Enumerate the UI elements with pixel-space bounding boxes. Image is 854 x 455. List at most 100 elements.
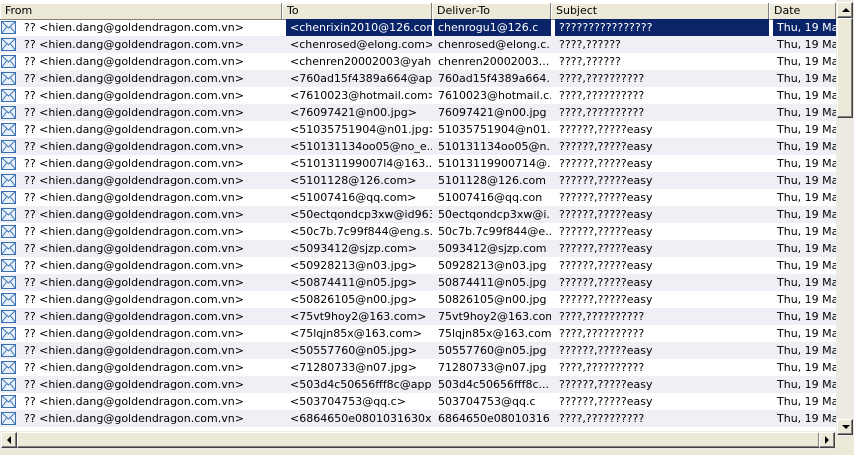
vertical-scroll-thumb[interactable]: [837, 18, 853, 118]
message-row[interactable]: ?? <hien.dang@goldendragon.com.vn> <50928…: [0, 257, 836, 274]
cell-deliver-to: chenrosed@elong.c...: [438, 38, 551, 51]
cell-date: Thu, 19 Mar: [777, 140, 836, 153]
cell-to: <50874411@n05.jpg>: [290, 276, 417, 289]
cell-deliver-to: 75lqjn85x@163.com: [438, 327, 551, 340]
message-row[interactable]: ?? <hien.dang@goldendragon.com.vn> <503d4…: [0, 376, 836, 393]
cell-deliver-to: 503704753@qq.c: [438, 395, 536, 408]
cell-subject: ??????,?????easy: [559, 191, 653, 204]
message-row[interactable]: ?? <hien.dang@goldendragon.com.vn> <50874…: [0, 274, 836, 291]
column-header-date[interactable]: Date: [769, 3, 836, 20]
message-row[interactable]: ?? <hien.dang@goldendragon.com.vn> <51013…: [0, 138, 836, 155]
cell-subject: ??????,?????easy: [559, 293, 653, 306]
cell-date: Thu, 19 Mar: [777, 361, 836, 374]
cell-to: <chenrixin2010@126.com...: [286, 19, 432, 36]
cell-to: <503d4c50656fff8c@app...: [290, 378, 432, 391]
scroll-down-button[interactable]: [837, 419, 853, 435]
envelope-icon: [1, 344, 16, 357]
envelope-icon: [1, 208, 16, 221]
cell-deliver-to: 51035751904@n01...: [438, 123, 551, 136]
message-row[interactable]: ?? <hien.dang@goldendragon.com.vn> <chenr…: [0, 19, 836, 36]
column-header-subject[interactable]: Subject: [551, 3, 769, 20]
column-header-to[interactable]: To: [282, 3, 432, 20]
cell-date: Thu, 19 Mar: [777, 242, 836, 255]
cell-deliver-to: chenrogu1@126.c: [434, 19, 551, 36]
envelope-icon: [1, 55, 16, 68]
column-header-deliver-to[interactable]: Deliver-To: [432, 3, 551, 20]
scroll-up-button[interactable]: [837, 2, 853, 18]
message-row[interactable]: ?? <hien.dang@goldendragon.com.vn> <51013…: [0, 155, 836, 172]
cell-date: Thu, 19 Mar: [777, 412, 836, 425]
message-row[interactable]: ?? <hien.dang@goldendragon.com.vn> <71280…: [0, 359, 836, 376]
message-row[interactable]: ?? <hien.dang@goldendragon.com.vn> <760ad…: [0, 70, 836, 87]
cell-from: ?? <hien.dang@goldendragon.com.vn>: [24, 106, 244, 119]
cell-deliver-to: 503d4c50656fff8c...: [438, 378, 550, 391]
cell-from: ?? <hien.dang@goldendragon.com.vn>: [24, 344, 244, 357]
message-row[interactable]: ?? <hien.dang@goldendragon.com.vn> <68646…: [0, 410, 836, 427]
envelope-icon: [1, 191, 16, 204]
message-row[interactable]: ?? <hien.dang@goldendragon.com.vn> <chenr…: [0, 36, 836, 53]
envelope-icon: [1, 276, 16, 289]
cell-subject: ??????,?????easy: [559, 123, 653, 136]
cell-deliver-to: 50c7b.7c99f844@e...: [438, 225, 551, 238]
cell-from: ?? <hien.dang@goldendragon.com.vn>: [24, 412, 244, 425]
arrow-right-icon: [825, 436, 829, 444]
arrow-left-icon: [7, 436, 11, 444]
envelope-icon: [1, 242, 16, 255]
cell-deliver-to: 50874411@n05.jpg: [438, 276, 547, 289]
column-header-from[interactable]: From: [0, 3, 282, 20]
cell-date: Thu, 19 Mar: [773, 19, 836, 36]
envelope-icon: [1, 89, 16, 102]
cell-subject: ????,??????????: [559, 361, 645, 374]
cell-deliver-to: 760ad15f4389a664...: [438, 72, 551, 85]
scroll-left-button[interactable]: [1, 432, 17, 448]
message-row[interactable]: ?? <hien.dang@goldendragon.com.vn> <51035…: [0, 121, 836, 138]
message-row[interactable]: ?? <hien.dang@goldendragon.com.vn> <51011…: [0, 172, 836, 189]
cell-subject: ??????,?????easy: [559, 344, 653, 357]
message-row[interactable]: ?? <hien.dang@goldendragon.com.vn> <50370…: [0, 393, 836, 410]
cell-from: ?? <hien.dang@goldendragon.com.vn>: [24, 242, 244, 255]
message-row[interactable]: ?? <hien.dang@goldendragon.com.vn> <50934…: [0, 240, 836, 257]
cell-to: <50928213@n03.jpg>: [290, 259, 417, 272]
cell-to: <510131199007l4@163....: [290, 157, 432, 170]
cell-subject: ??????,?????easy: [559, 242, 653, 255]
cell-date: Thu, 19 Mar: [777, 344, 836, 357]
envelope-icon: [1, 259, 16, 272]
cell-subject: ??????,?????easy: [559, 378, 653, 391]
cell-from: ?? <hien.dang@goldendragon.com.vn>: [24, 395, 244, 408]
cell-date: Thu, 19 Mar: [777, 276, 836, 289]
message-row[interactable]: ?? <hien.dang@goldendragon.com.vn> <50c7b…: [0, 223, 836, 240]
cell-to: <75lqjn85x@163.com>: [290, 327, 422, 340]
message-row[interactable]: ?? <hien.dang@goldendragon.com.vn> <75vt9…: [0, 308, 836, 325]
cell-to: <5101128@126.com>: [290, 174, 417, 187]
cell-deliver-to: chenren20002003...: [438, 55, 550, 68]
cell-to: <50c7b.7c99f844@eng.s...: [290, 225, 432, 238]
envelope-icon: [1, 327, 16, 340]
scroll-right-button[interactable]: [819, 432, 835, 448]
message-row[interactable]: ?? <hien.dang@goldendragon.com.vn> <51007…: [0, 189, 836, 206]
message-row[interactable]: ?? <hien.dang@goldendragon.com.vn> <76100…: [0, 87, 836, 104]
cell-date: Thu, 19 Mar: [777, 106, 836, 119]
message-row[interactable]: ?? <hien.dang@goldendragon.com.vn> <50ect…: [0, 206, 836, 223]
cell-from: ?? <hien.dang@goldendragon.com.vn>: [24, 327, 244, 340]
cell-date: Thu, 19 Mar: [777, 174, 836, 187]
cell-from: ?? <hien.dang@goldendragon.com.vn>: [24, 259, 244, 272]
message-row[interactable]: ?? <hien.dang@goldendragon.com.vn> <50557…: [0, 342, 836, 359]
cell-from: ?? <hien.dang@goldendragon.com.vn>: [24, 157, 244, 170]
horizontal-scroll-thumb[interactable]: [17, 432, 820, 448]
cell-to: <76097421@n00.jpg>: [290, 106, 417, 119]
cell-date: Thu, 19 Mar: [777, 310, 836, 323]
vertical-scrollbar[interactable]: [836, 0, 854, 437]
message-row[interactable]: ?? <hien.dang@goldendragon.com.vn> <75lqj…: [0, 325, 836, 342]
cell-from: ?? <hien.dang@goldendragon.com.vn>: [24, 55, 244, 68]
message-row[interactable]: ?? <hien.dang@goldendragon.com.vn> <76097…: [0, 104, 836, 121]
message-row[interactable]: ?? <hien.dang@goldendragon.com.vn> <50826…: [0, 291, 836, 308]
envelope-icon: [1, 21, 16, 34]
horizontal-scrollbar[interactable]: [0, 431, 836, 449]
cell-deliver-to: 5101128@126.com: [438, 174, 546, 187]
envelope-icon: [1, 310, 16, 323]
message-row[interactable]: ?? <hien.dang@goldendragon.com.vn> <chenr…: [0, 53, 836, 70]
cell-from: ?? <hien.dang@goldendragon.com.vn>: [24, 293, 244, 306]
cell-deliver-to: 6864650e08010316...: [438, 412, 551, 425]
cell-from: ?? <hien.dang@goldendragon.com.vn>: [24, 276, 244, 289]
cell-from: ?? <hien.dang@goldendragon.com.vn>: [24, 89, 244, 102]
